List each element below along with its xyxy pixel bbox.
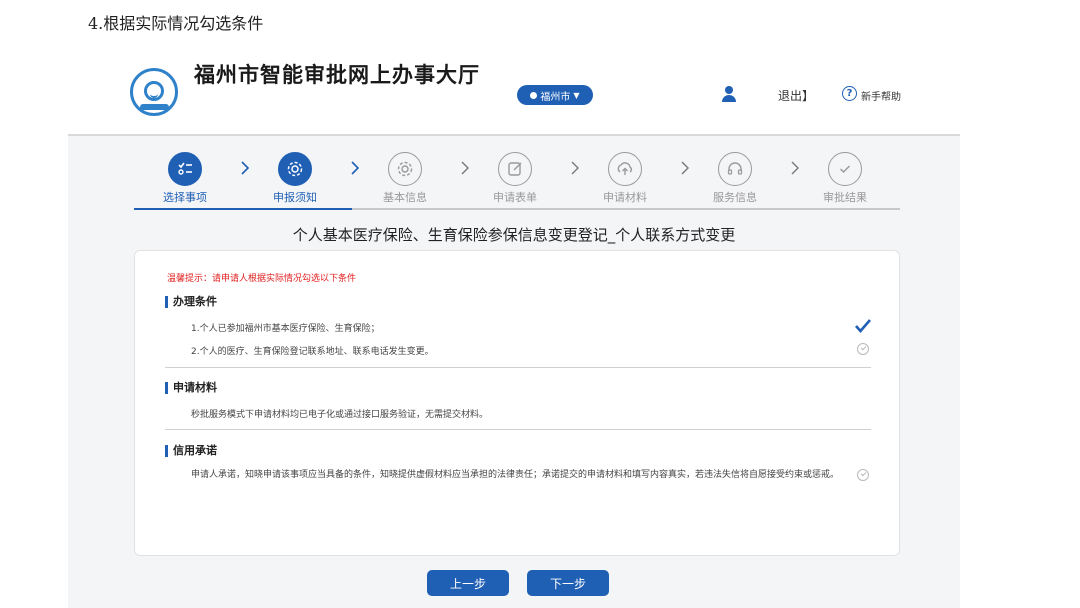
logo — [130, 68, 178, 116]
step-label: 审批结果 — [823, 191, 867, 204]
step-service-info[interactable]: 服务信息 — [680, 152, 790, 205]
step-notice[interactable]: 申报须知 — [240, 152, 350, 205]
city-label: 福州市 — [540, 91, 571, 103]
city-selector[interactable]: 福州市 ▼ — [517, 85, 593, 105]
check-circle-icon — [828, 152, 862, 186]
divider — [165, 367, 871, 368]
divider — [165, 429, 871, 430]
step-application-form[interactable]: 申请表单 — [460, 152, 570, 205]
step-materials[interactable]: 申请材料 — [570, 152, 680, 205]
portal-screenshot: 福州市智能审批网上办事大厅 福州市 ▼ 退出】 ? 新手帮助 选择事项 申报须知… — [68, 52, 960, 608]
help-link[interactable]: 新手帮助 — [861, 88, 901, 103]
circle-check-icon[interactable] — [857, 343, 869, 355]
conditions-section-title: 办理条件 — [165, 296, 217, 308]
checkmark-icon[interactable] — [855, 319, 871, 333]
step-select-item[interactable]: 选择事项 — [130, 152, 240, 205]
progress-steps: 选择事项 申报须知 基本信息 申请表单 申请材料 服务信息 审批结果 — [134, 152, 900, 212]
main-panel: 选择事项 申报须知 基本信息 申请表单 申请材料 服务信息 审批结果 个人基本医… — [68, 134, 960, 608]
steps-progress-line — [134, 208, 900, 210]
step-label: 申请材料 — [603, 191, 647, 204]
site-header: 福州市智能审批网上办事大厅 福州市 ▼ 退出】 ? 新手帮助 — [68, 52, 960, 134]
prev-step-button[interactable]: 上一步 — [427, 570, 509, 596]
step-label: 申请表单 — [493, 191, 537, 204]
promise-section-title: 信用承诺 — [165, 445, 217, 457]
conditions-card: 温馨提示：请申请人根据实际情况勾选以下条件 办理条件 1.个人已参加福州市基本医… — [134, 250, 900, 556]
caret-down-icon: ▼ — [573, 90, 580, 100]
item-title: 个人基本医疗保险、生育保险参保信息变更登记_个人联系方式变更 — [292, 226, 736, 244]
materials-text: 秒批服务模式下申请材料均已电子化或通过接口服务验证，无需提交材料。 — [191, 410, 489, 420]
next-step-button[interactable]: 下一步 — [527, 570, 609, 596]
logo-ribbon — [140, 104, 169, 110]
condition-item: 2.个人的医疗、生育保险登记联系地址、联系电话发生变更。 — [191, 347, 434, 357]
logo-smile-icon — [144, 81, 164, 101]
gear-icon — [278, 152, 312, 186]
step-label: 服务信息 — [713, 191, 757, 204]
doc-heading: 4.根据实际情况勾选条件 — [88, 14, 264, 33]
edit-icon — [498, 152, 532, 186]
location-pin-icon — [530, 91, 538, 99]
headset-icon — [718, 152, 752, 186]
step-label: 申报须知 — [273, 191, 317, 204]
warm-tip: 温馨提示：请申请人根据实际情况勾选以下条件 — [167, 274, 357, 284]
step-basic-info[interactable]: 基本信息 — [350, 152, 460, 205]
promise-text: 申请人承诺，知晓申请该事项应当具备的条件，知晓提供虚假材料应当承担的法律责任；承… — [191, 470, 840, 480]
user-icon[interactable] — [722, 86, 736, 102]
gear-icon — [388, 152, 422, 186]
condition-item: 1.个人已参加福州市基本医疗保险、生育保险； — [191, 324, 380, 334]
upload-icon — [608, 152, 642, 186]
site-title: 福州市智能审批网上办事大厅 — [194, 63, 480, 87]
step-label: 基本信息 — [383, 191, 427, 204]
list-icon — [168, 152, 202, 186]
step-label: 选择事项 — [163, 191, 207, 204]
step-approval-result[interactable]: 审批结果 — [790, 152, 900, 205]
circle-check-icon[interactable] — [857, 469, 869, 481]
materials-section-title: 申请材料 — [165, 382, 217, 394]
logout-link[interactable]: 退出】 — [778, 87, 814, 104]
help-icon[interactable]: ? — [842, 86, 857, 101]
